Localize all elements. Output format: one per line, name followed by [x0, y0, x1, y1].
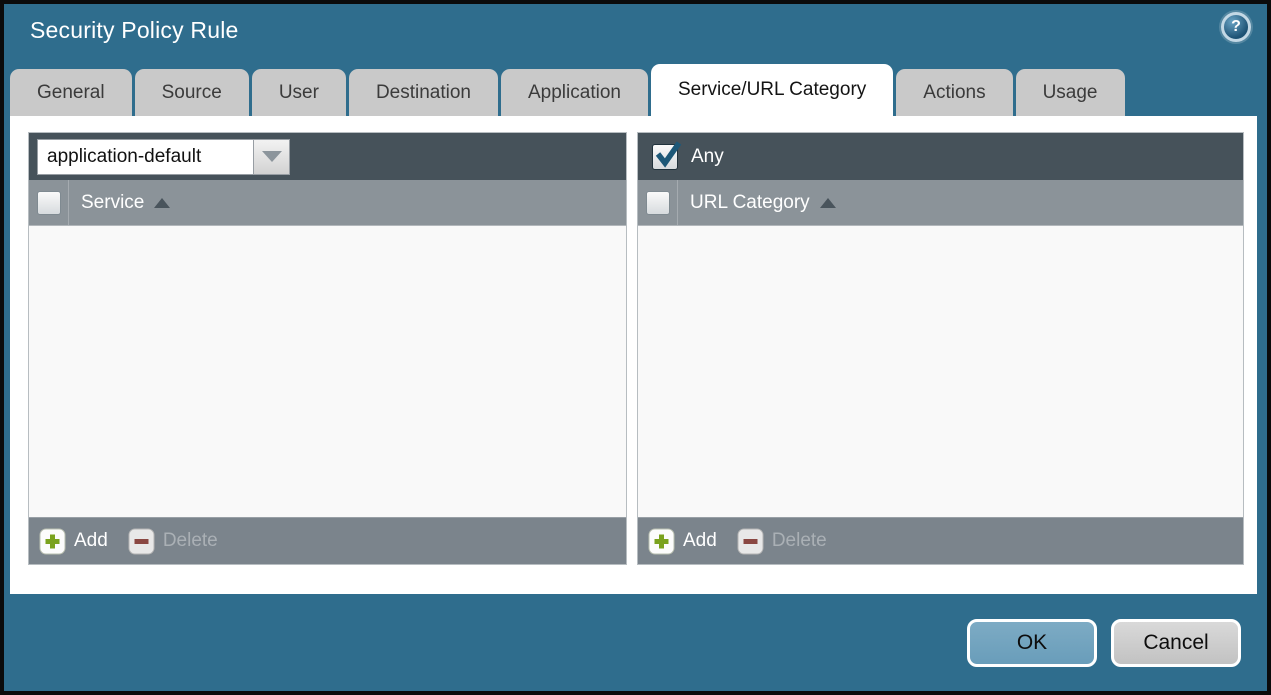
service-footer-bar: Add Delete — [29, 517, 626, 564]
tab-content-area: Service Add — [10, 116, 1257, 594]
dialog-title: Security Policy Rule — [30, 17, 239, 43]
plus-icon — [39, 528, 66, 554]
sort-ascending-icon — [154, 197, 171, 208]
help-icon[interactable]: ? — [1221, 12, 1251, 42]
url-category-delete-button[interactable]: Delete — [737, 528, 827, 555]
cancel-button[interactable]: Cancel — [1111, 619, 1241, 667]
any-row: Any — [644, 140, 724, 170]
chevron-down-icon — [261, 151, 282, 162]
plus-icon — [648, 528, 675, 554]
minus-icon — [128, 528, 155, 554]
url-category-list — [638, 226, 1243, 517]
ok-button[interactable]: OK — [967, 619, 1097, 667]
dialog-frame: Security Policy Rule ? General Source Us… — [4, 4, 1267, 691]
url-category-select-all-checkbox[interactable] — [645, 190, 670, 215]
tab-user[interactable]: User — [251, 69, 346, 116]
service-list — [29, 226, 626, 517]
tab-strip: General Source User Destination Applicat… — [10, 64, 1261, 116]
service-column-header[interactable]: Service — [69, 180, 171, 225]
service-type-dropdown — [37, 138, 290, 175]
service-table-header: Service — [29, 180, 626, 226]
service-toolbar — [29, 133, 626, 180]
service-select-all-cell — [29, 180, 69, 225]
service-add-button[interactable]: Add — [39, 528, 108, 555]
dialog-action-buttons: OK Cancel — [967, 619, 1241, 667]
title-bar: Security Policy Rule ? — [4, 4, 1267, 66]
url-category-add-button[interactable]: Add — [648, 528, 717, 555]
tab-application[interactable]: Application — [501, 69, 648, 116]
url-category-footer-bar: Add Delete — [638, 517, 1243, 564]
help-glyph: ? — [1231, 18, 1241, 35]
tab-source[interactable]: Source — [134, 69, 249, 116]
tab-general[interactable]: General — [10, 69, 132, 116]
tab-actions[interactable]: Actions — [896, 69, 1013, 116]
url-category-select-all-cell — [638, 180, 678, 225]
service-delete-button[interactable]: Delete — [128, 528, 218, 555]
minus-icon — [737, 528, 764, 554]
tab-destination[interactable]: Destination — [348, 69, 498, 116]
any-checkbox[interactable] — [652, 140, 682, 170]
service-type-input[interactable] — [37, 138, 253, 175]
service-type-dropdown-button[interactable] — [253, 138, 290, 175]
service-panel: Service Add — [28, 132, 627, 565]
url-category-toolbar: Any — [638, 133, 1243, 180]
service-select-all-checkbox[interactable] — [36, 190, 61, 215]
url-category-column-header[interactable]: URL Category — [678, 180, 836, 225]
checkmark-icon — [655, 140, 682, 168]
security-policy-rule-dialog: Security Policy Rule ? General Source Us… — [0, 0, 1271, 695]
tab-service-url-category[interactable]: Service/URL Category — [650, 64, 894, 116]
any-label: Any — [691, 145, 724, 167]
url-category-panel: Any URL Category Add Delete — [637, 132, 1244, 565]
tab-usage[interactable]: Usage — [1015, 69, 1125, 116]
url-category-table-header: URL Category — [638, 180, 1243, 226]
sort-ascending-icon — [819, 197, 836, 208]
